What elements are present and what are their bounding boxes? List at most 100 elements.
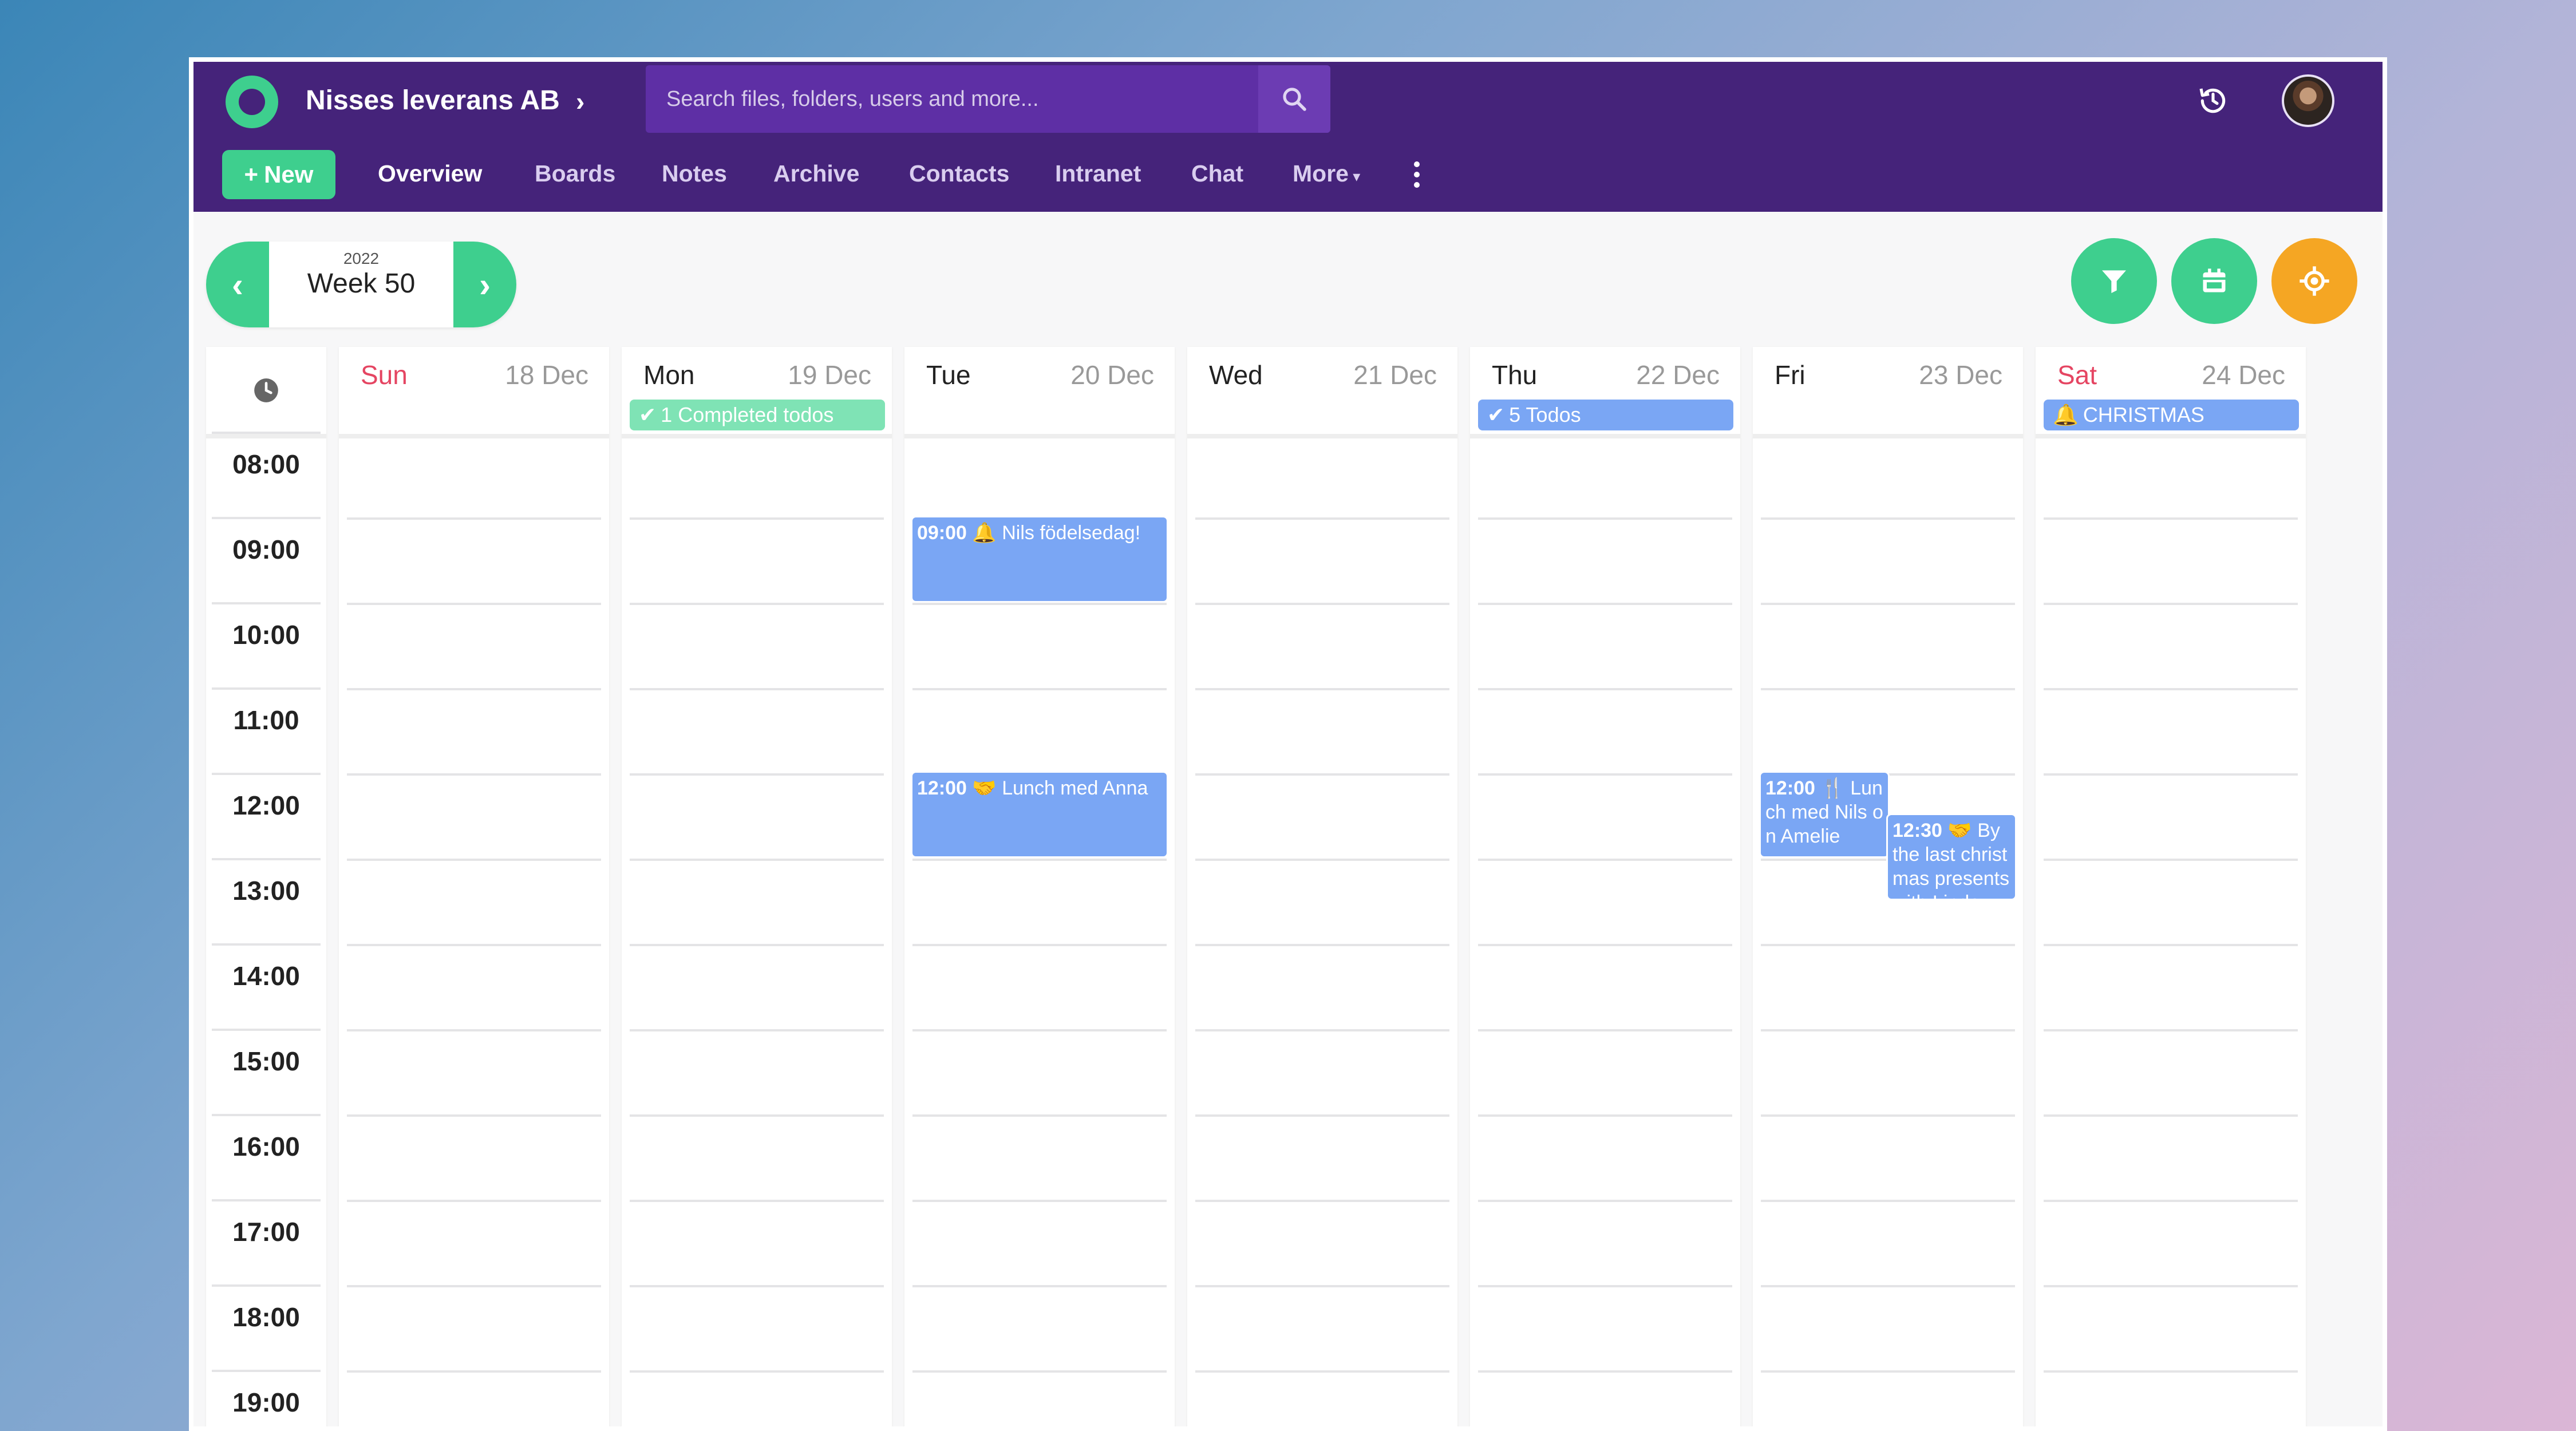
hour-divider xyxy=(1478,1200,1732,1202)
day-name: Sat xyxy=(2057,360,2097,390)
new-button[interactable]: + New xyxy=(222,150,335,199)
check-icon: ✔ xyxy=(639,403,657,426)
day-header: Tue 20 Dec xyxy=(904,347,1175,438)
event-birthday[interactable]: 09:00 🔔 Nils födelsedag! xyxy=(912,517,1167,601)
hour-divider xyxy=(1761,1285,2015,1287)
handshake-icon: 🤝 xyxy=(1947,820,1972,841)
hour-divider xyxy=(1195,1370,1449,1373)
search-button[interactable] xyxy=(1258,65,1330,133)
crosshair-icon xyxy=(2300,266,2329,296)
time-label: 16:00 xyxy=(232,1132,300,1161)
nav-contacts[interactable]: Contacts xyxy=(909,160,1009,187)
time-label: 18:00 xyxy=(232,1302,300,1332)
time-label: 14:00 xyxy=(232,961,300,991)
hour-divider xyxy=(212,1029,321,1031)
event-time: 12:00 xyxy=(917,777,967,799)
event-lunch-anna[interactable]: 12:00 🤝 Lunch med Anna xyxy=(912,773,1167,856)
badge-label: CHRISTMAS xyxy=(2083,403,2204,426)
hour-divider xyxy=(2044,1029,2298,1031)
time-label: 17:00 xyxy=(232,1217,300,1247)
hour-divider xyxy=(2044,603,2298,605)
hour-divider xyxy=(630,773,884,776)
hour-divider xyxy=(347,1370,601,1373)
nav-chat[interactable]: Chat xyxy=(1191,160,1243,187)
day-date: 22 Dec xyxy=(1636,360,1720,390)
hour-divider xyxy=(630,603,884,605)
user-avatar[interactable] xyxy=(2282,74,2334,127)
day-name: Wed xyxy=(1209,360,1263,390)
day-column-sat[interactable]: Sat 24 Dec 🔔 CHRISTMAS xyxy=(2036,347,2306,1426)
event-title: Nils födelsedag! xyxy=(1002,522,1141,544)
nav-overview[interactable]: Overview xyxy=(378,160,482,187)
search-input[interactable] xyxy=(646,65,1258,133)
day-header: Wed 21 Dec xyxy=(1187,347,1457,438)
app-logo[interactable] xyxy=(226,76,278,128)
day-column-wed[interactable]: Wed 21 Dec xyxy=(1187,347,1457,1426)
time-label: 11:00 xyxy=(233,705,299,735)
hour-divider xyxy=(2044,517,2298,520)
day-column-fri[interactable]: Fri 23 Dec 12:00 🍴 Lunch med Nils on Ame… xyxy=(1753,347,2023,1426)
time-column-header xyxy=(206,347,326,438)
chevron-right-icon[interactable]: › xyxy=(576,86,584,117)
time-label: 12:00 xyxy=(232,790,300,820)
day-date: 24 Dec xyxy=(2202,360,2285,390)
hour-divider xyxy=(347,1029,601,1031)
completed-todos-badge[interactable]: ✔ 1 Completed todos xyxy=(630,400,885,430)
day-column-thu[interactable]: Thu 22 Dec ✔ 5 Todos xyxy=(1470,347,1740,1426)
filter-button[interactable] xyxy=(2071,238,2157,324)
day-column-tue[interactable]: Tue 20 Dec 09:00 🔔 Nils födelsedag! 12:0… xyxy=(904,347,1175,1426)
main-nav: + New Overview Boards Notes Archive Cont… xyxy=(193,149,2383,200)
day-header: Sun 18 Dec xyxy=(339,347,609,438)
hour-divider xyxy=(1478,1114,1732,1117)
nav-notes[interactable]: Notes xyxy=(662,160,727,187)
nav-archive[interactable]: Archive xyxy=(773,160,859,187)
hour-divider xyxy=(2044,944,2298,946)
hour-divider xyxy=(1195,603,1449,605)
nav-boards[interactable]: Boards xyxy=(535,160,615,187)
hour-divider xyxy=(212,1199,321,1201)
history-icon[interactable] xyxy=(2197,85,2229,117)
day-header: Fri 23 Dec xyxy=(1753,347,2023,438)
day-header: Sat 24 Dec 🔔 CHRISTMAS xyxy=(2036,347,2306,438)
time-column: 08:00 09:00 10:00 11:00 12:00 13:00 14:0… xyxy=(206,347,326,1426)
plus-icon: + xyxy=(244,161,259,188)
hour-divider xyxy=(1478,1370,1732,1373)
hour-divider xyxy=(212,1284,321,1287)
day-date: 18 Dec xyxy=(505,360,588,390)
day-date: 23 Dec xyxy=(1919,360,2002,390)
more-options-icon[interactable] xyxy=(1414,161,1421,190)
time-label: 13:00 xyxy=(232,876,300,906)
nav-more[interactable]: More ▾ xyxy=(1293,160,1360,187)
badge-label: 5 Todos xyxy=(1509,403,1581,426)
hour-divider xyxy=(1195,1029,1449,1031)
holiday-badge[interactable]: 🔔 CHRISTMAS xyxy=(2044,400,2299,430)
hour-divider xyxy=(912,1200,1167,1202)
day-name: Thu xyxy=(1492,360,1538,390)
event-christmas-presents[interactable]: 12:30 🤝 By the last christmas presents w… xyxy=(1888,815,2015,899)
day-column-mon[interactable]: Mon 19 Dec ✔ 1 Completed todos xyxy=(622,347,892,1426)
hour-divider xyxy=(1195,688,1449,690)
bell-icon: 🔔 xyxy=(972,522,997,544)
nav-more-label: More xyxy=(1293,160,1349,187)
calendar-button[interactable] xyxy=(2171,238,2257,324)
hour-divider xyxy=(347,1285,601,1287)
time-label: 09:00 xyxy=(232,535,300,564)
event-lunch-nils[interactable]: 12:00 🍴 Lunch med Nils on Amelie xyxy=(1761,773,1888,856)
bell-icon: 🔔 xyxy=(2053,403,2079,426)
hour-divider xyxy=(1195,773,1449,776)
day-date: 21 Dec xyxy=(1353,360,1437,390)
event-time: 09:00 xyxy=(917,522,967,544)
day-column-sun[interactable]: Sun 18 Dec xyxy=(339,347,609,1426)
nav-intranet[interactable]: Intranet xyxy=(1055,160,1141,187)
hour-divider xyxy=(1478,517,1732,520)
hour-divider xyxy=(2044,1370,2298,1373)
hour-divider xyxy=(630,859,884,861)
check-icon: ✔ xyxy=(1487,403,1505,426)
hour-divider xyxy=(912,1114,1167,1117)
hour-divider xyxy=(347,773,601,776)
todos-badge[interactable]: ✔ 5 Todos xyxy=(1478,400,1733,430)
org-name[interactable]: Nisses leverans AB xyxy=(306,85,560,116)
locate-today-button[interactable] xyxy=(2271,238,2357,324)
hour-divider xyxy=(1478,1285,1732,1287)
hour-divider xyxy=(2044,688,2298,690)
